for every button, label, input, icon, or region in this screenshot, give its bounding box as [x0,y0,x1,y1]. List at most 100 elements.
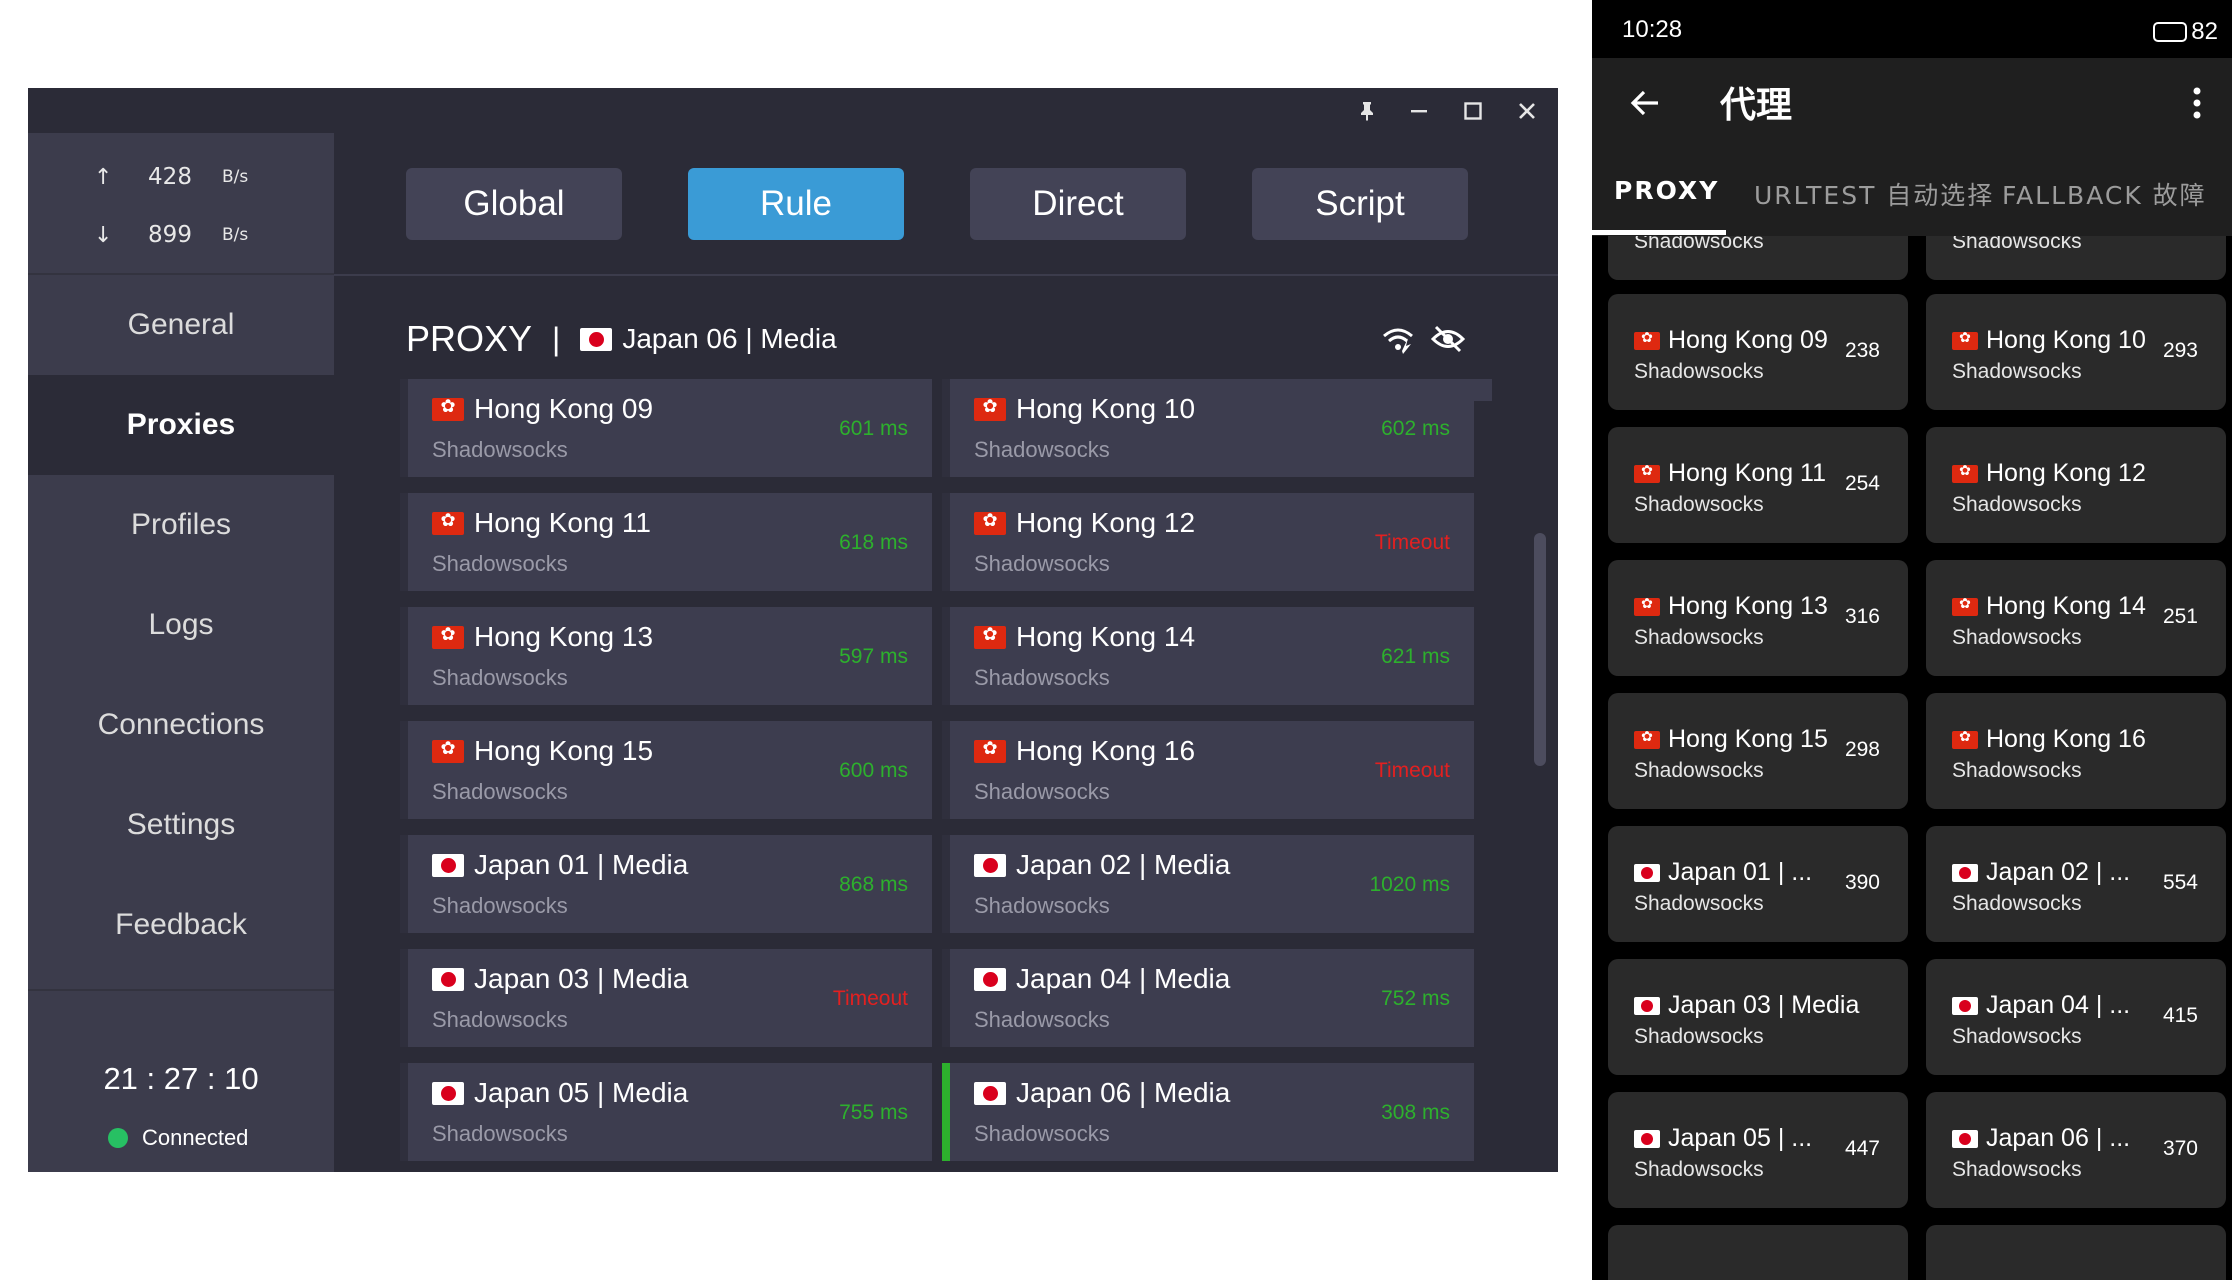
proxy-card[interactable]: Japan 05 | ... Shadowsocks 447 [1608,1092,1908,1208]
proxy-name-row: Japan 02 | ... [1952,858,2130,887]
proxy-list-scrollbar[interactable] [1534,533,1546,766]
desktop-window: ↑ 428 B/s ↓ 899 B/s General Proxies Profil… [28,88,1558,1172]
proxy-type: Shadowsocks [1634,1158,1764,1181]
proxy-card-partial[interactable] [1926,1225,2226,1280]
nav-item-settings[interactable]: Settings [28,775,334,875]
proxy-type: Shadowsocks [432,1007,568,1032]
proxy-card[interactable]: Japan 06 | ... Shadowsocks 370 [1926,1092,2226,1208]
hide-unavailable-icon[interactable] [1424,315,1472,363]
proxy-delay[interactable]: 308 ms [1381,1101,1450,1125]
nav-item-logs[interactable]: Logs [28,575,334,675]
proxy-type: Shadowsocks [974,437,1110,462]
proxy-card[interactable]: Japan 02 | ... Shadowsocks 554 [1926,826,2226,942]
proxy-card[interactable]: Japan 06 | Media Shadowsocks 308 ms [942,1063,1474,1161]
proxy-card[interactable]: Japan 01 | Media Shadowsocks 868 ms [400,835,932,933]
proxy-card[interactable]: Hong Kong 09 Shadowsocks 238 [1608,294,1908,410]
proxy-card[interactable]: Japan 05 | Media Shadowsocks 755 ms [400,1063,932,1161]
proxy-delay[interactable]: 602 ms [1381,417,1450,441]
proxy-card[interactable]: Hong Kong 10 Shadowsocks 293 [1926,294,2226,410]
proxy-type: Shadowsocks [974,1121,1110,1146]
proxy-card[interactable]: Japan 04 | Media Shadowsocks 752 ms [942,949,1474,1047]
proxy-card[interactable]: Hong Kong 13 Shadowsocks 316 [1608,560,1908,676]
latency-test-icon[interactable] [1374,315,1422,363]
mode-button-direct[interactable]: Direct [970,168,1186,240]
proxy-name: Hong Kong 15 [474,735,654,766]
proxy-card-partial[interactable] [1608,1225,1908,1280]
proxy-delay[interactable]: 868 ms [839,873,908,897]
mode-button-script[interactable]: Script [1252,168,1468,240]
proxy-delay[interactable]: 1020 ms [1369,873,1450,897]
proxy-card[interactable]: Japan 02 | Media Shadowsocks 1020 ms [942,835,1474,933]
proxy-card[interactable]: Japan 03 | Media Shadowsocks [1608,959,1908,1075]
proxy-card[interactable]: Hong Kong 16 Shadowsocks Timeout [942,721,1474,819]
proxy-name-row: Hong Kong 16 [1952,725,2146,754]
japan-flag-icon [1634,996,1660,1015]
maximize-icon[interactable] [1448,88,1498,133]
tab-1[interactable]: URLTEST 自动选择 [1754,176,1994,212]
mode-button-global[interactable]: Global [406,168,622,240]
proxy-name: Hong Kong 11 [1668,459,1826,487]
nav-item-connections[interactable]: Connections [28,675,334,775]
proxy-delay[interactable]: 600 ms [839,759,908,783]
proxy-card[interactable]: Hong Kong 12 Shadowsocks Timeout [942,493,1474,591]
proxy-card[interactable]: Hong Kong 11 Shadowsocks 618 ms [400,493,932,591]
mode-button-rule[interactable]: Rule [688,168,904,240]
nav-item-general[interactable]: General [28,275,334,375]
tab-0[interactable]: PROXY [1614,176,1719,205]
proxy-card[interactable]: Hong Kong 15 Shadowsocks 298 [1608,693,1908,809]
proxy-delay: 254 [1844,472,1880,495]
proxy-delay[interactable]: Timeout [1375,759,1450,783]
proxy-card[interactable]: Japan 04 | ... Shadowsocks 415 [1926,959,2226,1075]
proxy-name: Japan 03 | Media [1668,991,1860,1019]
proxy-name: Hong Kong 16 [1986,725,2146,753]
proxy-name: Japan 05 | ... [1668,1124,1813,1152]
proxy-name: Hong Kong 09 [1668,326,1828,354]
proxy-card[interactable]: Hong Kong 14 Shadowsocks 621 ms [942,607,1474,705]
group-selected-proxy: Japan 06 | Media [622,323,837,354]
proxy-card-partial[interactable]: Shadowsocks [1926,236,2226,280]
proxy-delay[interactable]: Timeout [1375,531,1450,555]
proxy-name-row: Hong Kong 11 [1634,459,1826,488]
hong-kong-flag-icon [432,396,464,421]
proxy-card[interactable]: Hong Kong 11 Shadowsocks 254 [1608,427,1908,543]
proxy-delay[interactable]: 618 ms [839,531,908,555]
proxy-card[interactable]: Japan 03 | Media Shadowsocks Timeout [400,949,932,1047]
proxy-name-row: Hong Kong 09 [432,393,653,425]
proxy-card[interactable]: Hong Kong 13 Shadowsocks 597 ms [400,607,932,705]
proxy-card[interactable]: Hong Kong 09 Shadowsocks 601 ms [400,379,932,477]
proxy-name-row: Japan 06 | Media [974,1077,1230,1109]
proxy-card[interactable]: Hong Kong 12 Shadowsocks [1926,427,2226,543]
proxy-card[interactable]: Japan 01 | ... Shadowsocks 390 [1608,826,1908,942]
page-title: 代理 [1720,85,1793,126]
hong-kong-flag-icon [974,738,1006,763]
nav-item-profiles[interactable]: Profiles [28,475,334,575]
proxy-type: Shadowsocks [432,551,568,576]
close-icon[interactable] [1502,88,1552,133]
download-arrow-icon: ↓ [94,222,113,248]
proxy-delay[interactable]: Timeout [833,987,908,1011]
proxy-delay[interactable]: 597 ms [839,645,908,669]
proxy-card[interactable]: Hong Kong 14 Shadowsocks 251 [1926,560,2226,676]
hong-kong-flag-icon [1634,728,1660,749]
proxy-name-row: Hong Kong 12 [1952,459,2146,488]
proxy-delay[interactable]: 601 ms [839,417,908,441]
pin-icon[interactable] [1342,88,1392,133]
nav-item-proxies[interactable]: Proxies [28,375,334,475]
proxy-card[interactable]: Hong Kong 16 Shadowsocks [1926,693,2226,809]
more-options-icon[interactable] [2182,80,2212,126]
proxy-card[interactable]: Hong Kong 10 Shadowsocks 602 ms [942,379,1474,477]
nav-item-feedback[interactable]: Feedback [28,875,334,975]
proxy-card[interactable]: Hong Kong 15 Shadowsocks 600 ms [400,721,932,819]
japan-flag-icon [1952,1129,1978,1148]
proxy-type: Shadowsocks [1634,759,1764,782]
proxy-name-row: Hong Kong 13 [1634,592,1828,621]
proxy-delay: 554 [2162,871,2198,894]
proxy-delay[interactable]: 755 ms [839,1101,908,1125]
back-arrow-icon[interactable] [1622,80,1668,126]
proxy-delay[interactable]: 752 ms [1381,987,1450,1011]
tab-2[interactable]: FALLBACK 故障 [2002,176,2207,212]
proxy-name-row: Hong Kong 14 [974,621,1195,653]
proxy-card-partial[interactable]: Shadowsocks [1608,236,1908,280]
proxy-delay[interactable]: 621 ms [1381,645,1450,669]
minimize-icon[interactable] [1394,88,1444,133]
